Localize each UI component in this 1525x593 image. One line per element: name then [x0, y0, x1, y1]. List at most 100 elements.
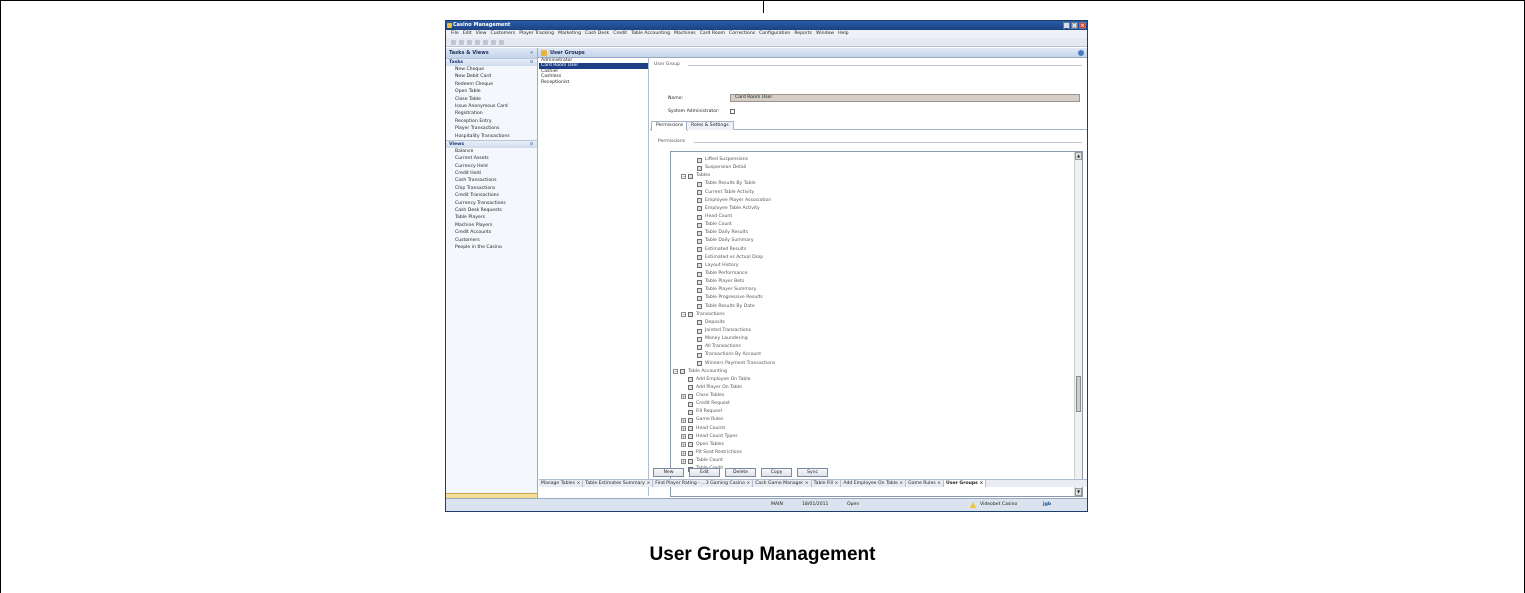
delete-button[interactable]: Delete [725, 468, 756, 477]
permission-checkbox[interactable] [688, 458, 693, 464]
permission-checkbox[interactable] [697, 287, 702, 293]
permission-checkbox[interactable] [688, 426, 693, 432]
tab-close-icon[interactable]: × [575, 481, 580, 486]
permission-checkbox[interactable] [697, 165, 702, 171]
sync-button[interactable]: Sync [797, 468, 828, 477]
permission-checkbox[interactable] [697, 344, 702, 350]
menu-item-marketing[interactable]: Marketing [556, 30, 583, 38]
permissions-scrollbar[interactable]: ▲ ▼ [1074, 152, 1082, 496]
menu-item-credit[interactable]: Credit [611, 30, 629, 38]
new-button[interactable]: New [653, 468, 684, 477]
tab-roles-settings[interactable]: Roles & Settings [686, 121, 734, 130]
permission-checkbox[interactable] [688, 393, 693, 399]
section-toggle-icon[interactable]: ¤ [530, 59, 533, 67]
collapse-node-icon[interactable]: − [673, 369, 678, 375]
permission-checkbox[interactable] [697, 181, 702, 187]
tab-close-icon[interactable]: × [745, 481, 750, 486]
permission-checkbox[interactable] [697, 198, 702, 204]
task-item[interactable]: Redeem Cheque [446, 81, 537, 88]
view-item[interactable]: Customers [446, 237, 537, 244]
expand-node-icon[interactable]: + [681, 434, 686, 440]
task-item[interactable]: Registration [446, 110, 537, 117]
window-tab[interactable]: Game Rules × [906, 480, 944, 487]
back-icon[interactable] [451, 40, 456, 45]
help-icon[interactable] [499, 40, 504, 45]
user-group-item[interactable]: Receptionist [539, 80, 648, 85]
print-icon[interactable] [475, 40, 480, 45]
permission-checkbox[interactable] [697, 295, 702, 301]
view-item[interactable]: Cash Transactions [446, 177, 537, 184]
menu-item-customers[interactable]: Customers [489, 30, 518, 38]
refresh-icon[interactable] [1078, 50, 1084, 56]
maximize-button[interactable]: □ [1071, 22, 1078, 29]
permission-checkbox[interactable] [688, 418, 693, 424]
export-icon[interactable] [483, 40, 488, 45]
menu-item-machines[interactable]: Machines [672, 30, 698, 38]
permission-checkbox[interactable] [697, 304, 702, 310]
permission-checkbox[interactable] [688, 385, 693, 391]
view-item[interactable]: Credit Accounts [446, 229, 537, 236]
tab-close-icon[interactable]: × [803, 481, 809, 486]
menu-item-help[interactable]: Help [836, 30, 850, 38]
expand-node-icon[interactable]: + [681, 393, 686, 399]
window-tab[interactable]: Table Estimates Summary × [583, 480, 654, 487]
task-item[interactable]: New Debit Card [446, 73, 537, 80]
menu-item-player-tracking[interactable]: Player Tracking [517, 30, 556, 38]
permission-checkbox[interactable] [688, 377, 693, 383]
permission-checkbox[interactable] [688, 434, 693, 440]
permission-checkbox[interactable] [697, 230, 702, 236]
view-item[interactable]: Chip Transactions [446, 185, 537, 192]
permission-checkbox[interactable] [697, 263, 702, 269]
collapse-icon[interactable]: « [530, 48, 533, 58]
expand-node-icon[interactable]: + [681, 450, 686, 456]
permission-checkbox[interactable] [697, 190, 702, 196]
system-administrator-checkbox[interactable] [730, 109, 735, 114]
permission-checkbox[interactable] [697, 279, 702, 285]
window-tab[interactable]: User Groups × [943, 480, 987, 487]
permission-checkbox[interactable] [697, 328, 702, 334]
tab-close-icon[interactable]: × [833, 481, 839, 486]
scroll-up-icon[interactable]: ▲ [1075, 152, 1082, 160]
view-item[interactable]: Credit Held [446, 170, 537, 177]
collapse-node-icon[interactable]: − [681, 173, 686, 179]
filter-icon[interactable] [491, 40, 496, 45]
expand-node-icon[interactable]: + [681, 426, 686, 432]
edit-button[interactable]: Edit [689, 468, 720, 477]
refresh-icon[interactable] [467, 40, 472, 45]
copy-button[interactable]: Copy [761, 468, 792, 477]
tab-close-icon[interactable]: × [898, 481, 903, 486]
permission-checkbox[interactable] [697, 255, 702, 261]
menu-item-cash-desk[interactable]: Cash Desk [583, 30, 611, 38]
permission-checkbox[interactable] [697, 271, 702, 277]
menu-item-edit[interactable]: Edit [461, 30, 474, 38]
task-item[interactable]: Issue Anonymous Card [446, 103, 537, 110]
task-item[interactable]: Close Table [446, 96, 537, 103]
menu-item-file[interactable]: File [449, 30, 461, 38]
task-item[interactable]: Hospitality Transactions [446, 133, 537, 140]
permission-checkbox[interactable] [688, 173, 693, 179]
views-section-header[interactable]: Views ¤ [446, 139, 537, 148]
permission-checkbox[interactable] [688, 409, 693, 415]
menu-item-reports[interactable]: Reports [792, 30, 814, 38]
permission-checkbox[interactable] [697, 352, 702, 358]
warning-icon[interactable] [970, 502, 976, 508]
window-tab[interactable]: Manage Tables × [539, 480, 584, 487]
tab-close-icon[interactable]: × [645, 481, 650, 486]
view-item[interactable]: Table Players [446, 214, 537, 221]
close-button[interactable]: × [1079, 22, 1086, 29]
permission-checkbox[interactable] [697, 214, 702, 220]
scrollbar-thumb[interactable] [1076, 376, 1081, 412]
permission-checkbox[interactable] [697, 247, 702, 253]
permission-checkbox[interactable] [688, 450, 693, 456]
permission-checkbox[interactable] [697, 157, 702, 163]
view-item[interactable]: Machine Players [446, 222, 537, 229]
permission-checkbox[interactable] [697, 206, 702, 212]
view-item[interactable]: Current Assets [446, 155, 537, 162]
menu-item-corrections[interactable]: Corrections [727, 30, 757, 38]
permission-checkbox[interactable] [688, 312, 693, 318]
menu-item-card-room[interactable]: Card Room [698, 30, 727, 38]
view-item[interactable]: People in the Casino [446, 244, 537, 251]
tab-close-icon[interactable]: × [978, 481, 984, 486]
tab-close-icon[interactable]: × [936, 481, 941, 486]
view-item[interactable]: Credit Transactions [446, 192, 537, 199]
